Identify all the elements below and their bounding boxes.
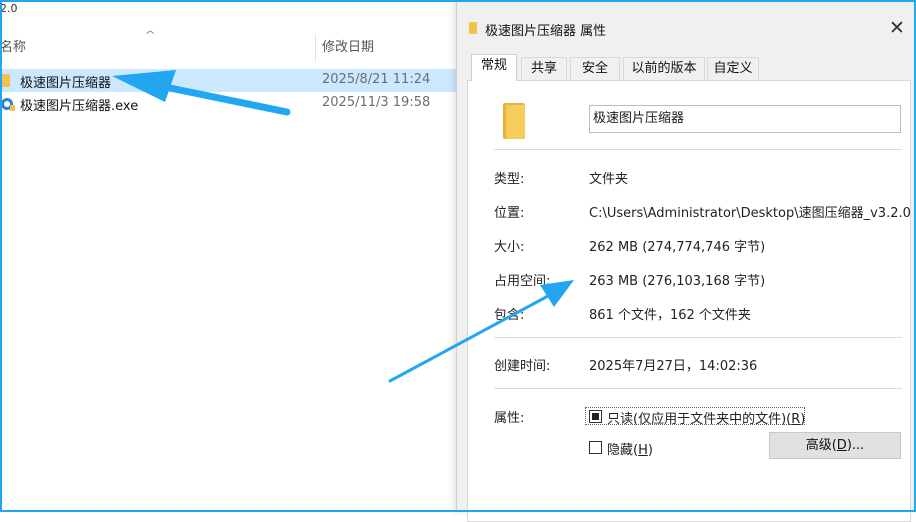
folder-icon: [0, 74, 10, 87]
tab-sharing[interactable]: 共享: [521, 57, 567, 80]
hidden-checkbox[interactable]: [589, 441, 602, 454]
file-name: 极速图片压缩器.exe: [20, 99, 139, 114]
attributes-label: 属性:: [494, 411, 525, 426]
tab-customize[interactable]: 自定义: [707, 57, 759, 80]
tab-previous-versions[interactable]: 以前的版本: [623, 57, 705, 80]
location-value: C:\Users\Administrator\Desktop\速图压缩器_v3.…: [589, 206, 911, 221]
dialog-title: 极速图片压缩器 属性: [485, 24, 607, 39]
disk-size-label: 占用空间:: [494, 274, 551, 289]
readonly-label[interactable]: 只读(仅应用于文件夹中的文件)(R): [607, 408, 805, 427]
folder-name-input[interactable]: 极速图片压缩器: [589, 105, 901, 133]
divider: [494, 337, 902, 338]
close-icon[interactable]: ✕: [885, 16, 909, 40]
type-value: 文件夹: [589, 172, 629, 187]
properties-dialog: 极速图片压缩器 属性 ✕ 常规 共享 安全 以前的版本 自定义 极速图片压缩器 …: [456, 0, 916, 522]
contains-value: 861 个文件，162 个文件夹: [589, 308, 751, 323]
file-row-exe[interactable]: 极速图片压缩器.exe 2025/11/3 19:58: [0, 92, 456, 115]
general-panel: 极速图片压缩器 类型: 文件夹 位置: C:\Users\Administrat…: [467, 80, 911, 522]
size-label: 大小:: [494, 240, 525, 255]
file-date: 2025/8/21 11:24: [322, 72, 431, 87]
file-date: 2025/11/3 19:58: [322, 95, 431, 110]
contains-label: 包含:: [494, 308, 525, 323]
explorer-window: 2.0 名称 ^ 修改日期 极速图片压缩器 2025/8/21 11:24 极速…: [0, 0, 456, 512]
readonly-checkbox[interactable]: [589, 410, 602, 423]
divider: [494, 388, 902, 389]
column-divider[interactable]: [315, 34, 316, 62]
column-header-name[interactable]: 名称: [0, 36, 26, 60]
sort-up-icon: ^: [144, 30, 157, 41]
path-fragment: 2.0: [0, 2, 18, 15]
created-value: 2025年7月27日，14:02:36: [589, 359, 758, 374]
type-label: 类型:: [494, 172, 525, 187]
advanced-button[interactable]: 高级(D)...: [769, 432, 901, 459]
folder-icon: [469, 22, 477, 34]
file-name: 极速图片压缩器: [20, 76, 112, 91]
column-header-date[interactable]: 修改日期: [322, 36, 374, 60]
folder-icon: [503, 103, 525, 139]
tab-general[interactable]: 常规: [471, 54, 517, 81]
divider: [494, 149, 902, 150]
disk-size-value: 263 MB (276,103,168 字节): [589, 274, 766, 289]
size-value: 262 MB (274,774,746 字节): [589, 240, 766, 255]
file-row-folder[interactable]: 极速图片压缩器 2025/8/21 11:24: [0, 69, 456, 92]
created-label: 创建时间:: [494, 359, 551, 374]
location-label: 位置:: [494, 206, 525, 221]
tab-security[interactable]: 安全: [570, 57, 620, 80]
exe-icon: [0, 96, 16, 111]
hidden-label[interactable]: 隐藏(H): [607, 439, 653, 458]
